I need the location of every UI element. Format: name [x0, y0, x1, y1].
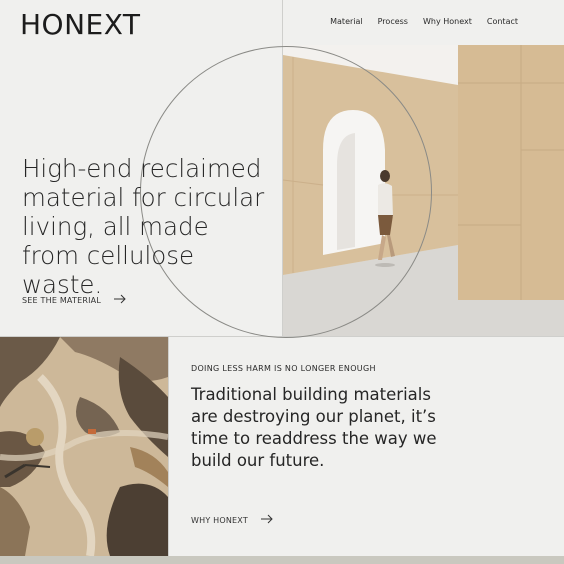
- page: HONEXT Material Process Why Honext Conta…: [0, 0, 564, 564]
- section-eyebrow: DOING LESS HARM IS NO LONGER ENOUGH: [191, 364, 376, 373]
- arrow-right-icon: [260, 514, 274, 526]
- why-honext-link[interactable]: WHY HONEXT: [191, 514, 274, 526]
- divider-vertical-bottom: [168, 337, 169, 556]
- nav-item-process[interactable]: Process: [378, 17, 408, 26]
- nav-item-material[interactable]: Material: [330, 17, 363, 26]
- nav-item-contact[interactable]: Contact: [487, 17, 518, 26]
- logo[interactable]: HONEXT: [20, 8, 141, 41]
- aerial-landfill-photo: [0, 337, 168, 556]
- section-body: Traditional building materials are destr…: [191, 385, 437, 470]
- hallway-photo: [283, 45, 564, 336]
- see-the-material-label: SEE THE MATERIAL: [22, 295, 101, 305]
- see-the-material-link[interactable]: SEE THE MATERIAL: [22, 294, 127, 306]
- main-nav: Material Process Why Honext Contact: [330, 17, 518, 26]
- nav-item-why-honext[interactable]: Why Honext: [423, 17, 472, 26]
- hallway-illustration: [283, 45, 564, 336]
- arrow-right-icon: [113, 294, 127, 306]
- footer-strip: [0, 556, 564, 564]
- hero-title: High-end reclaimed material for circular…: [22, 154, 265, 299]
- aerial-illustration: [0, 337, 168, 556]
- why-honext-label: WHY HONEXT: [191, 515, 248, 525]
